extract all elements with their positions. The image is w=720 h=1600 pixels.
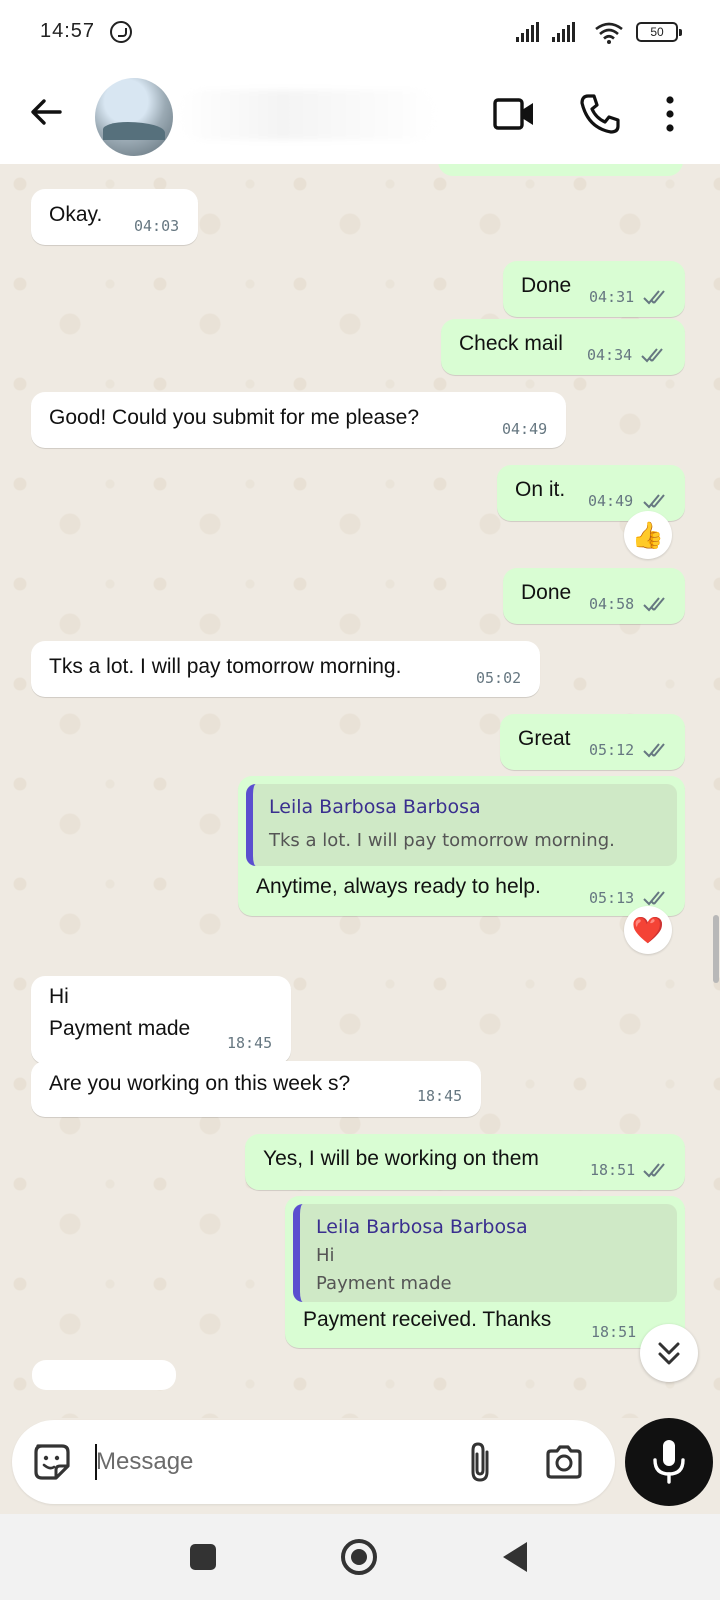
quoted-message[interactable]: Leila Barbosa Barbosa Hi Payment made [293,1204,677,1302]
read-ticks-icon [643,891,665,906]
quoted-sender-name: Leila Barbosa Barbosa [269,796,481,818]
home-icon[interactable] [341,1539,377,1575]
quoted-text: Tks a lot. I will pay tomorrow morning. [269,830,615,851]
outgoing-message[interactable]: Done 04:31 [503,261,685,317]
chat-area[interactable]: Okay. 04:03 Done 04:31 Check mail 04:34 … [0,164,720,1418]
outgoing-message[interactable]: Yes, I will be working on them 18:51 [245,1134,685,1190]
outgoing-message[interactable]: Done 04:58 [503,568,685,624]
incoming-message[interactable]: Good! Could you submit for me please? 04… [31,392,566,448]
quoted-text-line: Hi [316,1245,335,1266]
message-text: Good! Could you submit for me please? [49,406,420,429]
message-composer [12,1420,615,1504]
outgoing-reply-message[interactable]: Leila Barbosa Barbosa Tks a lot. I will … [238,776,685,916]
message-time: 05:13 [589,889,635,907]
message-time: 05:02 [476,669,522,687]
signal-icon [552,22,575,42]
message-time: 04:49 [588,492,634,510]
battery-icon: 50 [636,22,682,42]
message-text: Tks a lot. I will pay tomorrow morning. [49,655,402,678]
wifi-icon [595,22,623,44]
attach-icon[interactable] [465,1440,495,1484]
message-time: 04:58 [589,595,635,613]
quoted-text-line: Payment made [316,1273,452,1294]
message-time: 04:31 [589,288,635,306]
message-bubble-partial[interactable] [438,164,683,176]
incoming-message[interactable]: Hi Payment made 18:45 [31,976,291,1064]
message-time: 18:45 [417,1087,463,1105]
message-text: Anytime, always ready to help. [256,875,541,898]
chat-header [0,66,720,164]
reaction-badge[interactable]: ❤️ [624,906,672,954]
message-text: Great [518,727,571,750]
message-text: Are you working on this week s? [49,1072,351,1095]
voice-record-button[interactable] [625,1418,713,1506]
message-time: 04:03 [134,217,180,235]
outgoing-message[interactable]: Check mail 04:34 [441,319,685,375]
status-time: 14:57 [40,20,96,42]
reaction-badge[interactable]: 👍 [624,511,672,559]
back-arrow-icon[interactable] [28,94,64,130]
read-ticks-icon [643,494,665,509]
message-text: Done [521,274,572,297]
read-ticks-icon [643,597,665,612]
incoming-message[interactable]: Are you working on this week s? 18:45 [31,1061,481,1117]
message-text: Payment received. Thanks [303,1308,552,1331]
system-back-icon[interactable] [503,1542,527,1572]
video-call-icon[interactable] [493,92,537,136]
message-text: Done [521,581,572,604]
message-text: Yes, I will be working on them [263,1147,539,1170]
message-time: 18:51 [591,1323,637,1341]
camera-icon[interactable] [544,1442,584,1482]
outgoing-reply-message[interactable]: Leila Barbosa Barbosa Hi Payment made Pa… [285,1196,685,1348]
incoming-message[interactable]: Tks a lot. I will pay tomorrow morning. … [31,641,540,697]
message-time: 05:12 [589,741,635,759]
message-text: On it. [515,478,566,501]
message-time: 18:51 [590,1161,636,1179]
read-ticks-icon [643,1163,665,1178]
whatsapp-icon [110,21,132,43]
system-navigation-bar [0,1514,720,1600]
scroll-to-bottom-button[interactable] [640,1324,698,1382]
mic-icon [653,1440,685,1484]
read-ticks-icon [643,290,665,305]
contact-avatar[interactable] [95,78,173,156]
message-bubble-partial[interactable] [32,1360,176,1390]
scrollbar[interactable] [713,915,719,983]
quoted-message[interactable]: Leila Barbosa Barbosa Tks a lot. I will … [246,784,677,866]
phone-call-icon[interactable] [578,92,622,136]
sticker-icon[interactable] [32,1442,72,1482]
quoted-sender-name: Leila Barbosa Barbosa [316,1216,528,1238]
message-text-line: Hi [49,985,69,1008]
more-options-icon[interactable] [662,92,706,136]
read-ticks-icon [641,348,663,363]
message-text: Check mail [459,332,563,355]
outgoing-message[interactable]: Great 05:12 [500,714,685,770]
read-ticks-icon [643,743,665,758]
message-time: 18:45 [227,1034,273,1052]
recent-apps-icon[interactable] [190,1544,216,1570]
contact-name-redacted[interactable] [178,90,438,140]
double-chevron-down-icon [658,1342,680,1365]
message-text-line: Payment made [49,1017,191,1040]
message-text: Okay. [49,203,103,226]
signal-icon [516,22,539,42]
message-time: 04:49 [502,420,548,438]
status-bar: 14:57 50 [0,0,720,66]
message-input[interactable] [96,1440,436,1484]
message-time: 04:34 [587,346,633,364]
incoming-message[interactable]: Okay. 04:03 [31,189,198,245]
